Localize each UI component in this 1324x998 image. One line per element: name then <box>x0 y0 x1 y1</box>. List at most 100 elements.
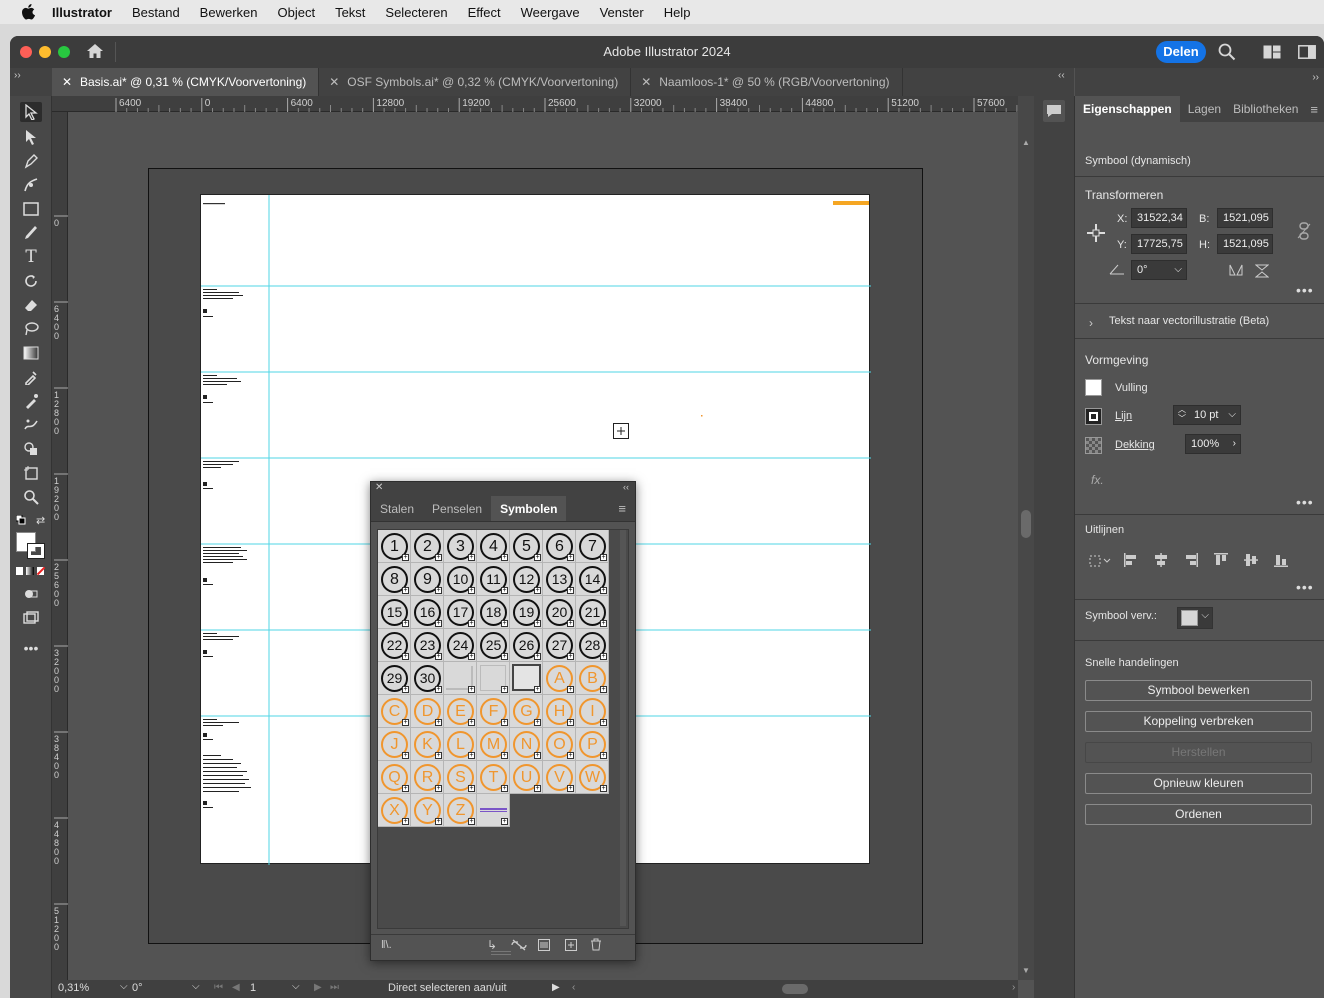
shape-builder-tool-icon[interactable] <box>20 439 42 459</box>
edit-symbol-button[interactable]: Symbool bewerken <box>1085 680 1312 701</box>
arrange-documents-icon[interactable] <box>1263 45 1281 62</box>
artboard-dropdown-icon[interactable]: ⌵ <box>292 981 300 992</box>
more-align-options-icon[interactable]: ••• <box>1296 579 1314 595</box>
status-menu-icon[interactable]: ▶ <box>552 982 560 993</box>
delete-symbol-icon[interactable] <box>590 938 602 954</box>
stepper-icon[interactable]: ︿ ﹀ <box>1178 405 1186 423</box>
collapse-panels-icon[interactable]: ›› <box>1312 72 1319 83</box>
symbol-swatch[interactable]: H + <box>543 695 576 728</box>
close-panel-icon[interactable]: ✕ <box>375 482 383 493</box>
align-to-icon[interactable] <box>1087 552 1113 571</box>
symbol-swatch-empty[interactable]: + <box>444 662 477 695</box>
vertical-scroll-thumb[interactable] <box>1021 510 1031 538</box>
toolbar-collapse-icon[interactable]: ›› <box>10 68 52 96</box>
symbol-swatch[interactable]: 18 + <box>477 596 510 629</box>
search-icon[interactable] <box>1218 43 1236 64</box>
close-tab-icon[interactable]: ✕ <box>62 68 72 96</box>
zoom-level-field[interactable]: 0,31% <box>58 982 89 994</box>
symbol-swatch[interactable]: 11 + <box>477 563 510 596</box>
symbol-swatch[interactable]: Z + <box>444 794 477 827</box>
rotation-field[interactable]: 0° <box>132 982 143 994</box>
opacity-field[interactable]: 100% › <box>1185 434 1241 454</box>
symbol-swatch[interactable]: 17 + <box>444 596 477 629</box>
symbol-swatch[interactable]: 9 + <box>411 563 444 596</box>
symbol-swatch[interactable]: 5 + <box>510 530 543 563</box>
collapse-panel-icon[interactable]: ‹‹ <box>623 482 629 492</box>
text-to-vector-label[interactable]: Tekst naar vectorillustratie (Beta) <box>1109 315 1269 327</box>
stroke-weight-field[interactable]: ︿ ﹀ 10 pt ⌵ <box>1173 405 1241 425</box>
symbol-swatch[interactable]: G + <box>510 695 543 728</box>
new-symbol-icon[interactable] <box>565 939 577 954</box>
x-field[interactable]: 31522,34 <box>1131 208 1187 228</box>
stroke-color-swatch[interactable] <box>27 543 45 559</box>
symbol-swatch-empty[interactable]: + <box>510 662 543 695</box>
tab-symbolen[interactable]: Symbolen <box>491 496 567 521</box>
symbol-swatch[interactable]: 15 + <box>378 596 411 629</box>
break-link-button[interactable]: Koppeling verbreken <box>1085 711 1312 732</box>
symbol-swatch[interactable]: 29 + <box>378 662 411 695</box>
symbol-swatch[interactable]: 27 + <box>543 629 576 662</box>
blend-tool-icon[interactable] <box>20 391 42 411</box>
symbol-swatch[interactable]: Y + <box>411 794 444 827</box>
reference-point-icon[interactable] <box>1085 222 1107 247</box>
screen-mode-icon[interactable] <box>20 608 42 628</box>
menu-object[interactable]: Object <box>277 5 315 20</box>
align-left-icon[interactable] <box>1123 552 1139 571</box>
panel-menu-icon[interactable]: ≡ <box>1310 102 1324 117</box>
fx-icon[interactable]: fx. <box>1091 473 1104 487</box>
scroll-down-icon[interactable]: ▼ <box>1022 966 1030 975</box>
symbol-libraries-icon[interactable]: ǁ\. <box>381 939 392 951</box>
recolor-button[interactable]: Opnieuw kleuren <box>1085 773 1312 794</box>
selection-tool-icon[interactable] <box>20 102 42 122</box>
eraser-tool-icon[interactable] <box>20 295 42 315</box>
menu-selecteren[interactable]: Selecteren <box>385 5 447 20</box>
scroll-left-icon[interactable]: ‹ <box>572 982 575 993</box>
more-appearance-options-icon[interactable]: ••• <box>1296 494 1314 510</box>
symbol-swatch[interactable]: L + <box>444 728 477 761</box>
align-horizontal-center-icon[interactable] <box>1153 552 1169 571</box>
symbol-swatch[interactable]: P + <box>576 728 609 761</box>
last-artboard-icon[interactable]: ⏭ <box>330 982 339 993</box>
menu-effect[interactable]: Effect <box>468 5 501 20</box>
draw-mode-icon[interactable] <box>20 584 42 604</box>
symbol-swatch-empty[interactable]: + <box>477 662 510 695</box>
close-tab-icon[interactable]: ✕ <box>329 68 339 96</box>
y-field[interactable]: 17725,75 <box>1131 234 1187 254</box>
tab-penselen[interactable]: Penselen <box>423 496 491 521</box>
symbol-swatch[interactable]: 19 + <box>510 596 543 629</box>
place-symbol-instance-icon[interactable]: ↳ <box>487 938 497 952</box>
symbol-swatch[interactable]: F + <box>477 695 510 728</box>
opacity-label[interactable]: Dekking <box>1115 439 1155 451</box>
break-link-icon[interactable] <box>511 939 527 954</box>
symbol-swatch[interactable]: R + <box>411 761 444 794</box>
pen-tool-icon[interactable] <box>20 151 42 171</box>
rotate-angle-field[interactable]: 0° ⌵ <box>1131 260 1187 280</box>
angle-dropdown-icon[interactable]: ⌵ <box>1174 261 1182 279</box>
vertical-scrollbar[interactable]: ▲ ▼ <box>1018 96 1034 980</box>
symbol-swatch[interactable]: O + <box>543 728 576 761</box>
rotation-dropdown-icon[interactable]: ⌵ <box>192 981 200 992</box>
symbol-swatch[interactable]: C + <box>378 695 411 728</box>
curvature-tool-icon[interactable] <box>20 175 42 195</box>
symbol-swatch[interactable]: 1 + <box>378 530 411 563</box>
tab-stalen[interactable]: Stalen <box>371 496 423 521</box>
align-top-icon[interactable] <box>1213 552 1229 571</box>
horizontal-scroll-thumb[interactable] <box>782 984 808 994</box>
symbol-swatch[interactable]: 10 + <box>444 563 477 596</box>
symbol-swatch[interactable]: 23 + <box>411 629 444 662</box>
symbol-swatch[interactable]: S + <box>444 761 477 794</box>
scroll-right-icon[interactable]: › <box>1012 982 1015 993</box>
align-bottom-icon[interactable] <box>1273 552 1289 571</box>
gradient-mode-icon[interactable] <box>26 567 34 575</box>
more-tools-icon[interactable]: ••• <box>20 638 42 658</box>
next-artboard-icon[interactable]: ▶ <box>314 982 322 993</box>
symbols-scrollbar[interactable] <box>620 530 626 926</box>
symbol-swatch[interactable]: 24 + <box>444 629 477 662</box>
symbol-swatch[interactable]: M + <box>477 728 510 761</box>
menu-help[interactable]: Help <box>664 5 691 20</box>
symbol-swatch[interactable]: 2 + <box>411 530 444 563</box>
symbol-swatch[interactable]: Q + <box>378 761 411 794</box>
symbol-swatch[interactable]: U + <box>510 761 543 794</box>
symbols-panel-header[interactable]: ✕ ‹‹ <box>371 482 635 496</box>
symbol-swatch[interactable]: D + <box>411 695 444 728</box>
